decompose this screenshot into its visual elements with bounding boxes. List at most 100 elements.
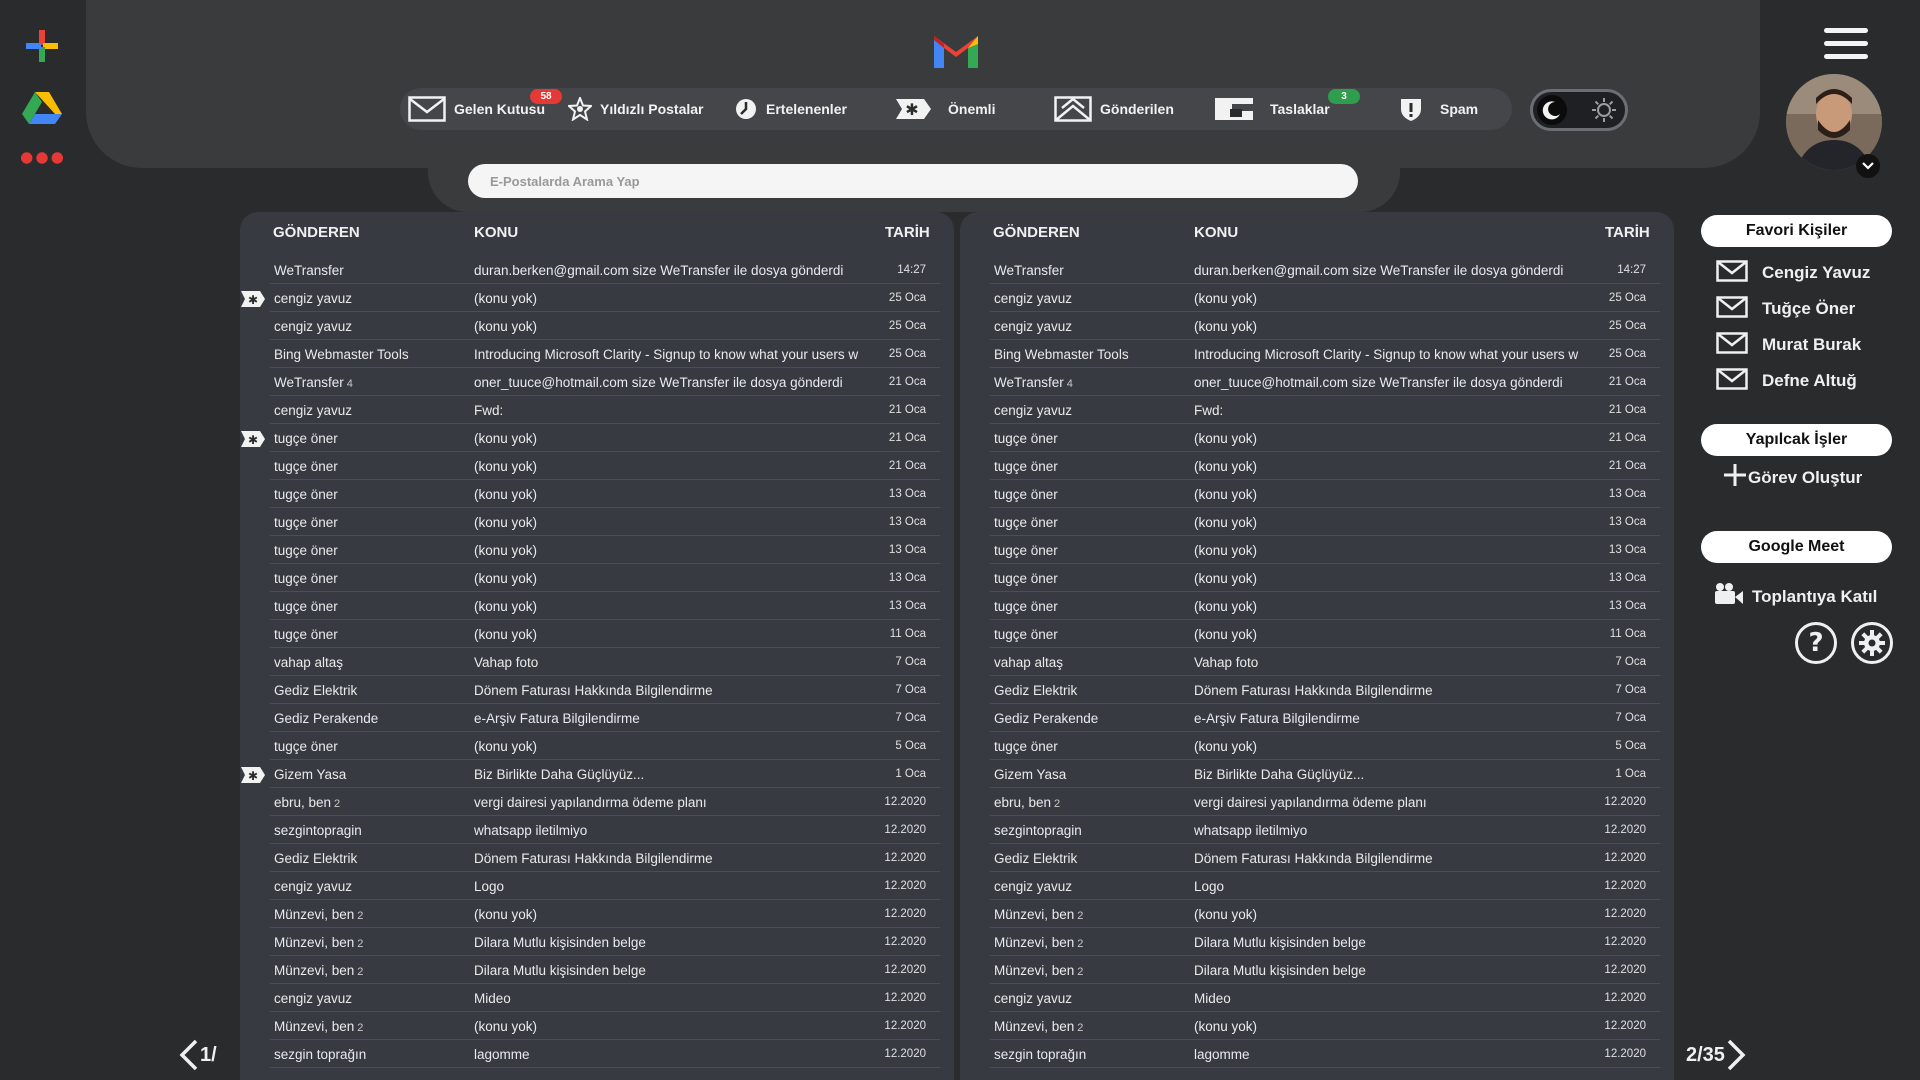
email-row[interactable]: cengiz yavuz Fwd: 21 Oca xyxy=(270,396,940,424)
email-row[interactable]: Münzevi, ben 2 (konu yok) 12.2020 xyxy=(990,900,1660,928)
email-row[interactable]: Münzevi, ben 2 Dilara Mutlu kişisinden bel… xyxy=(990,956,1660,984)
email-row[interactable]: sezgintopragin whatsapp iletilmiyo 12.2020 xyxy=(270,816,940,844)
email-date: 7 Oca xyxy=(892,712,926,724)
important-marker-icon[interactable]: ✱ xyxy=(240,290,266,308)
email-row[interactable]: Münzevi, ben 2 Dilara Mutlu kişisinden bel… xyxy=(270,956,940,984)
contact-cengiz-yavuz[interactable]: Cengiz Yavuz xyxy=(1716,259,1870,286)
email-row[interactable]: tugçe öner (konu yok) 13 Oca xyxy=(270,564,940,592)
email-row[interactable]: cengiz yavuz Mideo 12.2020 xyxy=(270,984,940,1012)
email-row[interactable]: Münzevi, ben 2 Dilara Mutlu kişisinden bel… xyxy=(990,928,1660,956)
help-icon[interactable]: ? xyxy=(1795,622,1837,664)
email-row[interactable]: sezgin toprağın lagomme 12.2020 xyxy=(990,1040,1660,1068)
email-row[interactable]: tugçe öner (konu yok) 13 Oca xyxy=(990,536,1660,564)
email-row[interactable]: tugçe öner (konu yok) 13 Oca xyxy=(270,508,940,536)
add-icon[interactable] xyxy=(20,24,64,68)
email-row[interactable]: WeTransfer 4 oner_tuuce@hotmail.com size W… xyxy=(270,368,940,396)
email-row[interactable]: Gediz Perakende e-Arşiv Fatura Bilgilendi… xyxy=(270,704,940,732)
email-row[interactable]: tugçe öner (konu yok) 21 Oca xyxy=(990,452,1660,480)
email-subject: (konu yok) xyxy=(1194,571,1258,586)
create-task-button[interactable]: Görev Oluştur xyxy=(1724,464,1862,491)
email-row[interactable]: Münzevi, ben 2 (konu yok) 12.2020 xyxy=(270,1012,940,1040)
email-row[interactable]: tugçe öner (konu yok) 11 Oca xyxy=(990,620,1660,648)
email-row[interactable]: Münzevi, ben 2 (konu yok) 12.2020 xyxy=(990,1012,1660,1040)
sender-name: tugçe öner xyxy=(274,739,338,754)
email-row[interactable]: tugçe öner (konu yok) 21 Oca xyxy=(990,424,1660,452)
thread-count: 2 xyxy=(1077,1022,1084,1034)
email-sender: tugçe öner xyxy=(994,431,1190,446)
email-sender: tugçe öner xyxy=(274,627,470,642)
email-row[interactable]: tugçe öner (konu yok) 5 Oca xyxy=(270,732,940,760)
nav-label: Spam xyxy=(1440,101,1479,117)
google-drive-icon[interactable] xyxy=(20,86,64,130)
email-row[interactable]: Münzevi, ben 2 (konu yok) 12.2020 xyxy=(270,900,940,928)
dark-mode-toggle[interactable] xyxy=(1530,89,1628,131)
nav-important[interactable]: ✱ Önemli xyxy=(894,88,995,130)
more-apps-icon[interactable] xyxy=(20,136,64,180)
moon-icon xyxy=(1537,95,1567,125)
email-row[interactable]: Gediz Elektrik Dönem Faturası Hakkında Bi… xyxy=(270,844,940,872)
contact-murat-burak[interactable]: Murat Burak xyxy=(1716,331,1861,358)
email-row[interactable]: tugçe öner (konu yok) 13 Oca xyxy=(990,564,1660,592)
email-row[interactable]: sezgintopragin whatsapp iletilmiyo 12.2020 xyxy=(990,816,1660,844)
email-row[interactable]: cengiz yavuz (konu yok) 25 Oca xyxy=(990,312,1660,340)
email-row[interactable]: Gizem Yasa Biz Birlikte Daha Güçlüyüz... 1… xyxy=(990,760,1660,788)
email-row[interactable]: WeTransfer 4 oner_tuuce@hotmail.com size W… xyxy=(990,368,1660,396)
nav-spam[interactable]: Spam xyxy=(1398,88,1478,130)
nav-inbox[interactable]: Gelen Kutusu 58 xyxy=(408,88,562,130)
chevron-left-icon[interactable] xyxy=(178,1038,200,1072)
email-row[interactable]: cengiz yavuz (konu yok) 25 Oca xyxy=(990,284,1660,312)
email-row[interactable]: Bing Webmaster Tools Introducing Microsof… xyxy=(270,340,940,368)
settings-gear-icon[interactable] xyxy=(1851,622,1893,664)
email-row[interactable]: tugçe öner (konu yok) 11 Oca xyxy=(270,620,940,648)
email-row[interactable]: Gizem Yasa Biz Birlikte Daha Güçlüyüz... 1… xyxy=(270,760,940,788)
menu-icon[interactable] xyxy=(1824,28,1868,62)
nav-sent[interactable]: Gönderilen xyxy=(1054,88,1174,130)
sender-name: Gizem Yasa xyxy=(274,767,347,782)
email-row[interactable]: tugçe öner (konu yok) 13 Oca xyxy=(270,480,940,508)
email-row[interactable]: Gediz Elektrik Dönem Faturası Hakkında Bi… xyxy=(990,676,1660,704)
email-row[interactable]: tugçe öner (konu yok) 13 Oca xyxy=(990,480,1660,508)
email-row[interactable]: cengiz yavuz (konu yok) 25 Oca xyxy=(270,312,940,340)
nav-snoozed[interactable]: Ertelenenler xyxy=(734,88,847,130)
chevron-down-icon[interactable] xyxy=(1856,154,1880,178)
email-row[interactable]: cengiz yavuz (konu yok) 25 Oca xyxy=(270,284,940,312)
email-subject: Dönem Faturası Hakkında Bilgilendirme xyxy=(1194,851,1433,866)
email-row[interactable]: vahap altaş Vahap foto 7 Oca xyxy=(270,648,940,676)
email-row[interactable]: sezgin toprağın lagomme 12.2020 xyxy=(270,1040,940,1068)
email-row[interactable]: tugçe öner (konu yok) 5 Oca xyxy=(990,732,1660,760)
join-meeting-button[interactable]: Toplantıya Katıl xyxy=(1714,582,1877,611)
email-row[interactable]: ebru, ben 2 vergi dairesi yapılandırma öde… xyxy=(270,788,940,816)
email-row[interactable]: tugçe öner (konu yok) 21 Oca xyxy=(270,452,940,480)
email-row[interactable]: cengiz yavuz Mideo 12.2020 xyxy=(990,984,1660,1012)
sender-name: cengiz yavuz xyxy=(994,991,1073,1006)
email-row[interactable]: Gediz Perakende e-Arşiv Fatura Bilgilendi… xyxy=(990,704,1660,732)
contact-tugce-oner[interactable]: Tuğçe Öner xyxy=(1716,295,1855,322)
page-indicator-right: 2/35 xyxy=(1686,1043,1725,1066)
email-date: 12.2020 xyxy=(1601,936,1646,948)
email-row[interactable]: WeTransfer duran.berken@gmail.com size We… xyxy=(990,256,1660,284)
nav-drafts[interactable]: Taslaklar 3 xyxy=(1214,88,1360,130)
email-row[interactable]: tugçe öner (konu yok) 13 Oca xyxy=(990,592,1660,620)
thread-count: 2 xyxy=(1077,966,1084,978)
email-row[interactable]: tugçe öner (konu yok) 13 Oca xyxy=(990,508,1660,536)
email-row[interactable]: cengiz yavuz Logo 12.2020 xyxy=(270,872,940,900)
email-row[interactable]: cengiz yavuz Logo 12.2020 xyxy=(990,872,1660,900)
important-marker-icon[interactable]: ✱ xyxy=(240,430,266,448)
email-row[interactable]: tugçe öner (konu yok) 21 Oca xyxy=(270,424,940,452)
nav-starred[interactable]: Yıldızlı Postalar xyxy=(568,88,703,130)
email-row[interactable]: Gediz Elektrik Dönem Faturası Hakkında Bi… xyxy=(990,844,1660,872)
email-row[interactable]: tugçe öner (konu yok) 13 Oca xyxy=(270,536,940,564)
contact-defne-altug[interactable]: Defne Altuğ xyxy=(1716,367,1857,394)
email-row[interactable]: Bing Webmaster Tools Introducing Microsof… xyxy=(990,340,1660,368)
email-row[interactable]: tugçe öner (konu yok) 13 Oca xyxy=(270,592,940,620)
email-row[interactable]: Gediz Elektrik Dönem Faturası Hakkında Bi… xyxy=(270,676,940,704)
important-marker-icon[interactable]: ✱ xyxy=(240,766,266,784)
email-row[interactable]: vahap altaş Vahap foto 7 Oca xyxy=(990,648,1660,676)
search-input[interactable] xyxy=(468,164,1358,198)
email-row[interactable]: ebru, ben 2 vergi dairesi yapılandırma öde… xyxy=(990,788,1660,816)
email-row[interactable]: cengiz yavuz Fwd: 21 Oca xyxy=(990,396,1660,424)
thread-count: 2 xyxy=(357,1022,364,1034)
email-row[interactable]: WeTransfer duran.berken@gmail.com size We… xyxy=(270,256,940,284)
chevron-right-icon[interactable] xyxy=(1725,1038,1747,1072)
email-row[interactable]: Münzevi, ben 2 Dilara Mutlu kişisinden bel… xyxy=(270,928,940,956)
